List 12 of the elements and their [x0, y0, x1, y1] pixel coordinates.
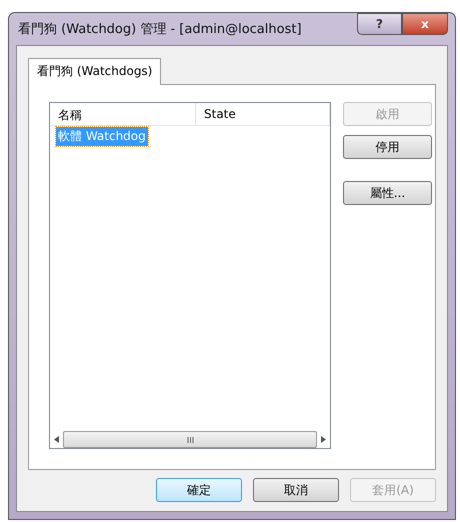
left-arrow-icon[interactable] — [54, 436, 59, 443]
dialog-button[interactable]: 確定 — [156, 478, 242, 502]
column-header[interactable]: 名稱 — [50, 103, 196, 125]
help-button[interactable]: ? — [357, 13, 402, 35]
window-title: 看門狗 (Watchdog) 管理 - [admin@localhost] — [17, 21, 302, 38]
grip-icon — [186, 436, 194, 442]
right-arrow-icon[interactable] — [321, 436, 326, 443]
column-header[interactable]: State — [196, 103, 330, 125]
tab[interactable]: 看門狗 (Watchdogs) — [28, 58, 162, 85]
dialog-button[interactable]: 取消 — [253, 478, 339, 502]
action-button[interactable]: 屬性... — [343, 181, 432, 205]
action-button[interactable]: 停用 — [343, 135, 432, 159]
